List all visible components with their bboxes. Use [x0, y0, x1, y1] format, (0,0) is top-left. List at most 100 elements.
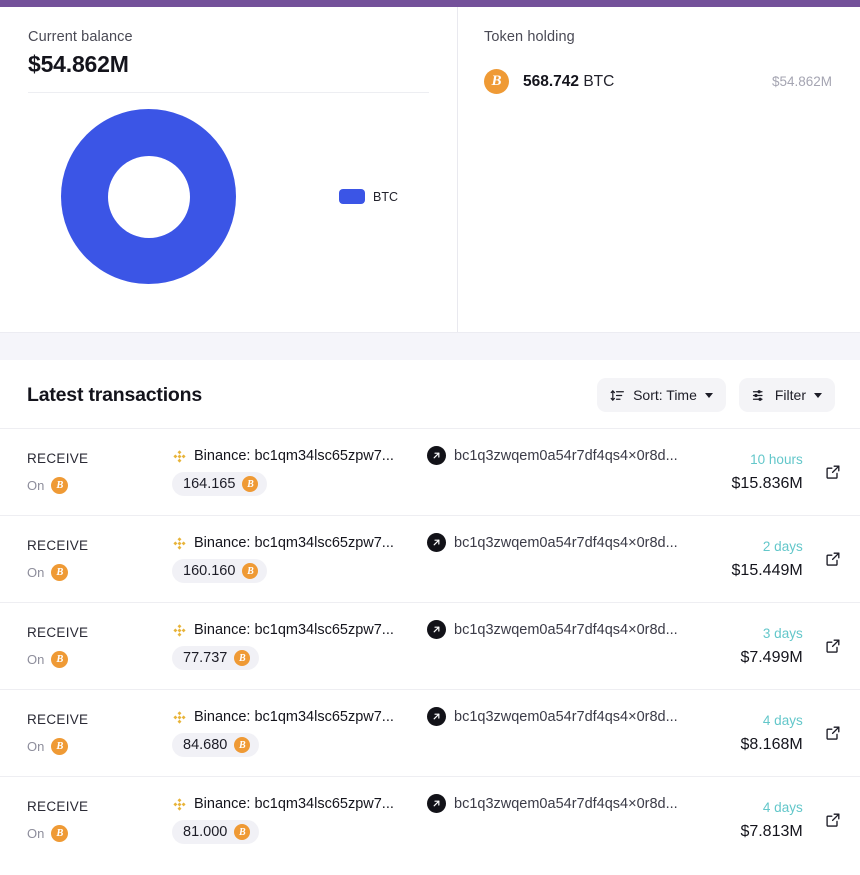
transactions-title: Latest transactions [27, 384, 202, 407]
tx-type-label: RECEIVE [27, 712, 172, 727]
tx-amount-value: 81.000 [183, 824, 227, 840]
filter-button-label: Filter [775, 387, 806, 403]
tx-on-label: On [27, 478, 44, 493]
external-link-icon[interactable] [825, 725, 841, 741]
tx-from-line[interactable]: Binance: bc1qm34lsc65zpw7... [172, 796, 427, 812]
balance-panel: Current balance $54.862M BTC [0, 7, 457, 332]
table-row[interactable]: RECEIVE On B [0, 602, 860, 689]
tx-time: 4 days [678, 713, 803, 728]
tx-from-line[interactable]: Binance: bc1qm34lsc65zpw7... [172, 709, 427, 725]
tx-amount-value: 84.680 [183, 737, 227, 753]
tx-type-cell: RECEIVE On B [27, 451, 172, 494]
tx-to-cell[interactable]: bc1q3zwqem0a54r7df4qs4×0r8d... [427, 794, 678, 813]
arrow-circle-icon [427, 446, 446, 465]
table-row[interactable]: RECEIVE On B [0, 776, 860, 863]
tx-to-cell[interactable]: bc1q3zwqem0a54r7df4qs4×0r8d... [427, 446, 678, 465]
binance-icon [172, 797, 187, 812]
tx-link-cell[interactable] [803, 551, 841, 567]
tx-to-address: bc1q3zwqem0a54r7df4qs4×0r8d... [454, 535, 678, 551]
bitcoin-icon: B [234, 737, 250, 753]
filter-button[interactable]: Filter [739, 378, 835, 412]
bitcoin-icon: B [51, 477, 68, 494]
bitcoin-icon: B [51, 825, 68, 842]
tx-from-line[interactable]: Binance: bc1qm34lsc65zpw7... [172, 622, 427, 638]
tx-type-cell: RECEIVE On B [27, 625, 172, 668]
tx-amount-pill: 164.165 B [172, 472, 267, 496]
external-link-icon[interactable] [825, 812, 841, 828]
token-amount: 568.742 BTC [523, 73, 614, 91]
external-link-icon[interactable] [825, 551, 841, 567]
tx-to-cell[interactable]: bc1q3zwqem0a54r7df4qs4×0r8d... [427, 707, 678, 726]
bitcoin-icon: B [242, 563, 258, 579]
table-row[interactable]: RECEIVE On B [0, 515, 860, 602]
sort-icon [610, 388, 625, 403]
tx-on-label: On [27, 826, 44, 841]
legend-label-btc: BTC [373, 190, 398, 204]
tx-chain: On B [27, 477, 172, 494]
bitcoin-icon: B [242, 476, 258, 492]
tx-time: 10 hours [678, 452, 803, 467]
legend-swatch-btc [339, 189, 365, 204]
tx-type-cell: RECEIVE On B [27, 538, 172, 581]
sort-button[interactable]: Sort: Time [597, 378, 726, 412]
tx-chain: On B [27, 825, 172, 842]
tx-from-address: Binance: bc1qm34lsc65zpw7... [194, 535, 394, 551]
token-holding-row[interactable]: B 568.742 BTC $54.862M [484, 69, 832, 94]
token-usd-value: $54.862M [772, 74, 832, 89]
chart-legend: BTC [339, 189, 398, 204]
tx-on-label: On [27, 652, 44, 667]
tx-amount-value: 77.737 [183, 650, 227, 666]
tx-amount-pill: 84.680 B [172, 733, 259, 757]
tx-from-cell: Binance: bc1qm34lsc65zpw7... 84.680 B [172, 709, 427, 757]
tx-amount-value: 160.160 [183, 563, 235, 579]
sort-button-label: Sort: Time [633, 387, 697, 403]
external-link-icon[interactable] [825, 464, 841, 480]
tx-from-address: Binance: bc1qm34lsc65zpw7... [194, 622, 394, 638]
tx-type-cell: RECEIVE On B [27, 799, 172, 842]
tx-on-label: On [27, 739, 44, 754]
tx-meta-cell: 10 hours $15.836M [678, 452, 803, 493]
tx-amount-pill: 160.160 B [172, 559, 267, 583]
bitcoin-icon: B [51, 738, 68, 755]
binance-icon [172, 536, 187, 551]
tx-link-cell[interactable] [803, 464, 841, 480]
table-row[interactable]: RECEIVE On B [0, 689, 860, 776]
tx-type-label: RECEIVE [27, 799, 172, 814]
tx-link-cell[interactable] [803, 725, 841, 741]
arrow-circle-icon [427, 794, 446, 813]
binance-icon [172, 623, 187, 638]
top-accent-bar [0, 0, 860, 7]
table-row[interactable]: RECEIVE On B [0, 428, 860, 515]
tx-to-address: bc1q3zwqem0a54r7df4qs4×0r8d... [454, 622, 678, 638]
transactions-header: Latest transactions Sort: Time [0, 360, 860, 428]
donut-chart[interactable] [61, 109, 236, 284]
filter-icon [752, 388, 767, 403]
tx-chain: On B [27, 651, 172, 668]
tx-to-address: bc1q3zwqem0a54r7df4qs4×0r8d... [454, 796, 678, 812]
tx-to-cell[interactable]: bc1q3zwqem0a54r7df4qs4×0r8d... [427, 533, 678, 552]
tx-chain: On B [27, 738, 172, 755]
tx-time: 3 days [678, 626, 803, 641]
chevron-down-icon [814, 393, 822, 398]
tx-from-cell: Binance: bc1qm34lsc65zpw7... 164.165 B [172, 448, 427, 496]
tx-from-address: Binance: bc1qm34lsc65zpw7... [194, 796, 394, 812]
summary-card: Current balance $54.862M BTC Token holdi… [0, 7, 860, 333]
current-balance-value: $54.862M [28, 51, 429, 78]
arrow-circle-icon [427, 533, 446, 552]
tx-link-cell[interactable] [803, 638, 841, 654]
tx-on-label: On [27, 565, 44, 580]
bitcoin-icon: B [51, 564, 68, 581]
tx-type-label: RECEIVE [27, 451, 172, 466]
tx-usd-value: $15.836M [678, 475, 803, 493]
token-holding-label: Token holding [484, 29, 832, 45]
arrow-circle-icon [427, 707, 446, 726]
tx-link-cell[interactable] [803, 812, 841, 828]
tx-meta-cell: 3 days $7.499M [678, 626, 803, 667]
tx-from-line[interactable]: Binance: bc1qm34lsc65zpw7... [172, 535, 427, 551]
external-link-icon[interactable] [825, 638, 841, 654]
token-symbol: BTC [583, 73, 614, 90]
tx-from-address: Binance: bc1qm34lsc65zpw7... [194, 709, 394, 725]
tx-amount-pill: 77.737 B [172, 646, 259, 670]
tx-to-cell[interactable]: bc1q3zwqem0a54r7df4qs4×0r8d... [427, 620, 678, 639]
tx-from-line[interactable]: Binance: bc1qm34lsc65zpw7... [172, 448, 427, 464]
